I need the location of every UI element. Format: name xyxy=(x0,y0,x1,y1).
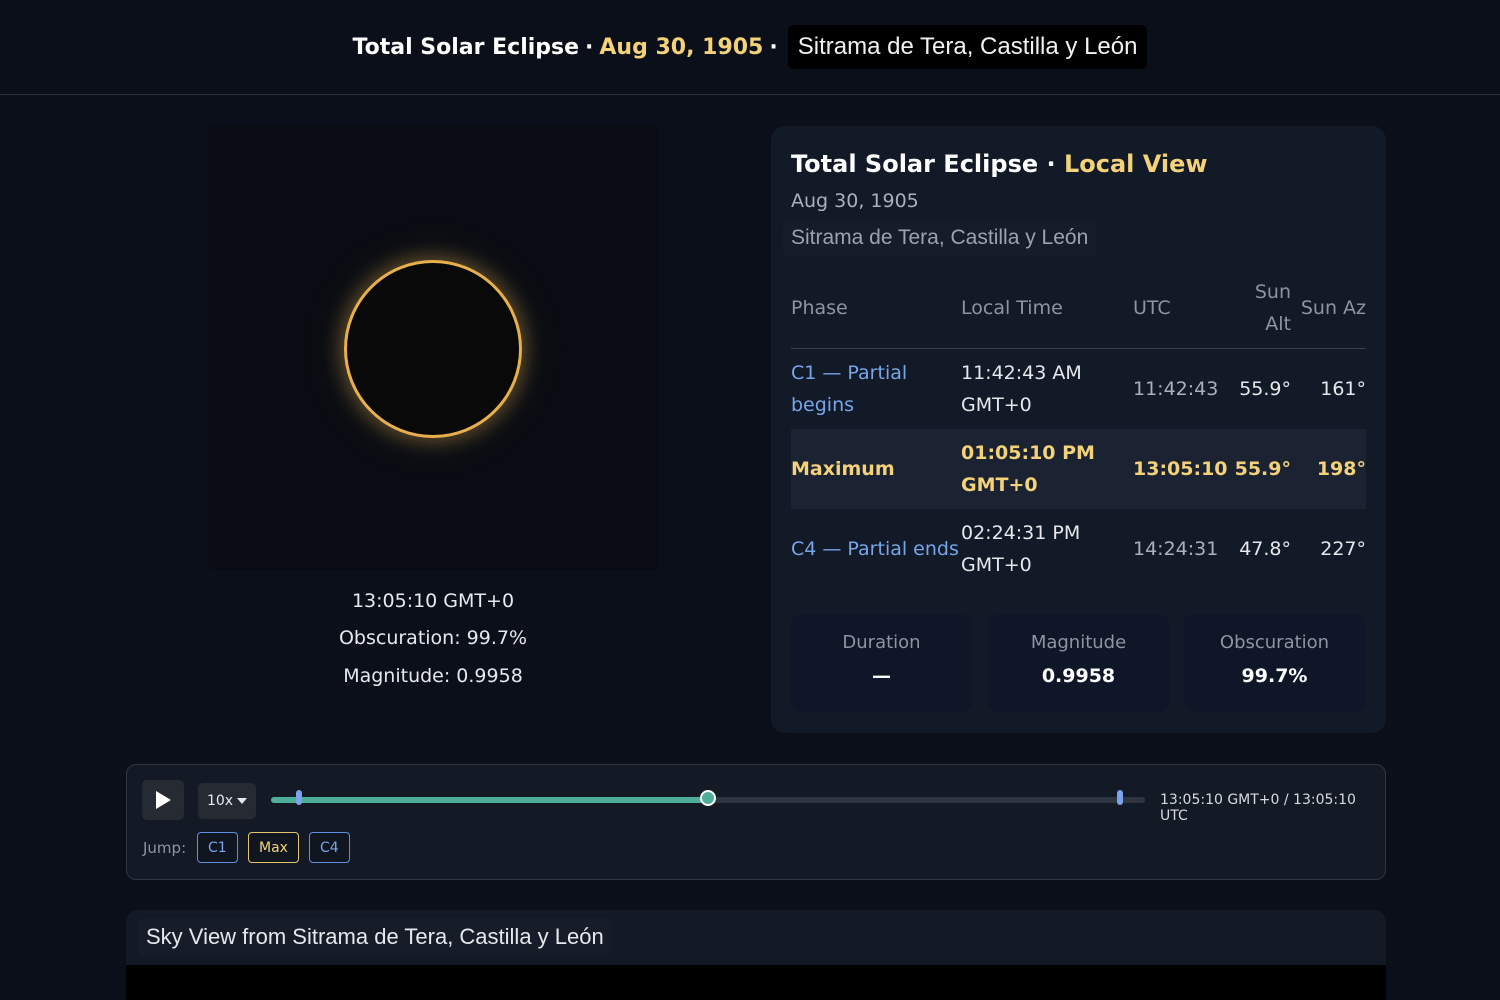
local-time: 11:42:43 AM GMT+0 xyxy=(961,362,1082,416)
card-date: Aug 30, 1905 xyxy=(791,190,919,212)
c1-marker xyxy=(296,790,303,805)
phase-link[interactable]: C1 — Partial begins xyxy=(791,349,961,430)
phase-label: Maximum xyxy=(791,458,895,480)
stat-obscuration: Obscuration 99.7% xyxy=(1184,614,1365,712)
eclipse-view xyxy=(208,125,658,570)
col-sun-az: Sun Az xyxy=(1291,276,1366,349)
chevron-down-icon xyxy=(237,798,248,804)
speed-value: 10x xyxy=(206,793,234,809)
stat-magnitude: Magnitude 0.9958 xyxy=(988,614,1169,712)
title-date: Aug 30, 1905 xyxy=(599,34,764,60)
timeline-handle[interactable] xyxy=(700,790,716,806)
jump-label: Jump: xyxy=(143,839,187,857)
jump-c1-button[interactable]: C1 xyxy=(197,832,238,863)
sky-view-title: Sky View from Sitrama de Tera, Castilla … xyxy=(138,918,612,956)
table-row: C4 — Partial ends 02:24:31 PM GMT+0 14:2… xyxy=(791,509,1366,589)
header: Total Solar Eclipse · Aug 30, 1905 · Sit… xyxy=(0,0,1500,95)
jump-c4-button[interactable]: C4 xyxy=(309,832,350,863)
local-time: 02:24:31 PM GMT+0 xyxy=(961,522,1081,576)
table-row: C1 — Partial begins 11:42:43 AM GMT+0 11… xyxy=(791,349,1366,430)
speed-select[interactable]: 10x xyxy=(198,783,256,819)
c4-marker xyxy=(1117,790,1124,805)
sky-view-canvas[interactable] xyxy=(126,965,1386,1000)
stat-label: Obscuration xyxy=(1219,632,1330,653)
card-subtitle: Local View xyxy=(1063,150,1208,178)
play-icon xyxy=(156,791,171,809)
sun-az: 198° xyxy=(1316,458,1366,480)
card-title: Total Solar Eclipse · Local View xyxy=(791,150,1208,178)
sun-az: 227° xyxy=(1320,538,1366,560)
local-time: 01:05:10 PM GMT+0 xyxy=(961,442,1095,496)
card-location: Sitrama de Tera, Castilla y León xyxy=(783,220,1097,256)
timeline-slider[interactable] xyxy=(271,790,1145,806)
sun-alt: 55.9° xyxy=(1239,378,1291,400)
time-readout: 13:05:10 GMT+0 / 13:05:10 UTC xyxy=(1160,792,1356,824)
stat-duration: Duration — xyxy=(791,614,972,712)
col-sun-alt: Sun Alt xyxy=(1228,276,1291,349)
sun-alt: 47.8° xyxy=(1239,538,1291,560)
eclipse-magnitude: Magnitude: 0.9958 xyxy=(343,665,523,687)
card-title-text: Total Solar Eclipse xyxy=(791,150,1039,178)
eclipse-obscuration: Obscuration: 99.7% xyxy=(338,627,528,649)
sun-az: 161° xyxy=(1320,378,1366,400)
card-title-separator: · xyxy=(1046,150,1056,178)
title-location: Sitrama de Tera, Castilla y León xyxy=(787,25,1148,69)
eclipse-time: 13:05:10 GMT+0 xyxy=(351,590,515,612)
title-text: Total Solar Eclipse xyxy=(352,34,580,60)
table-header-row: Phase Local Time UTC Sun Alt Sun Az xyxy=(791,276,1366,349)
title-separator: · xyxy=(585,34,594,60)
phases-table: Phase Local Time UTC Sun Alt Sun Az C1 —… xyxy=(791,276,1366,589)
stat-label: Duration xyxy=(842,632,921,653)
jump-max-button[interactable]: Max xyxy=(248,832,299,863)
utc-time: 13:05:10 xyxy=(1133,458,1228,480)
timeline-controls: 10x 13:05:10 GMT+0 / 13:05:10 UTC Jump: … xyxy=(126,764,1386,880)
page-title: Total Solar Eclipse · Aug 30, 1905 · Sit… xyxy=(353,25,1148,69)
local-view-card: Total Solar Eclipse · Local View Aug 30,… xyxy=(771,126,1386,733)
play-button[interactable] xyxy=(142,780,184,820)
utc-time: 14:24:31 xyxy=(1133,538,1219,560)
stat-value: 0.9958 xyxy=(1041,665,1116,687)
col-phase: Phase xyxy=(791,276,961,349)
utc-time: 11:42:43 xyxy=(1133,378,1219,400)
col-utc: UTC xyxy=(1133,276,1228,349)
table-row-maximum: Maximum 01:05:10 PM GMT+0 13:05:10 55.9°… xyxy=(791,429,1366,509)
title-separator-2: · xyxy=(769,34,778,60)
stat-label: Magnitude xyxy=(1030,632,1127,653)
stat-value: 99.7% xyxy=(1241,665,1308,687)
col-local-time: Local Time xyxy=(961,276,1133,349)
eclipsed-sun xyxy=(344,260,522,438)
timeline-progress xyxy=(271,797,708,803)
sun-alt: 55.9° xyxy=(1234,458,1291,480)
phase-link[interactable]: C4 — Partial ends xyxy=(791,509,961,589)
stat-value: — xyxy=(872,665,891,687)
sky-view-panel: Sky View from Sitrama de Tera, Castilla … xyxy=(126,910,1386,1000)
